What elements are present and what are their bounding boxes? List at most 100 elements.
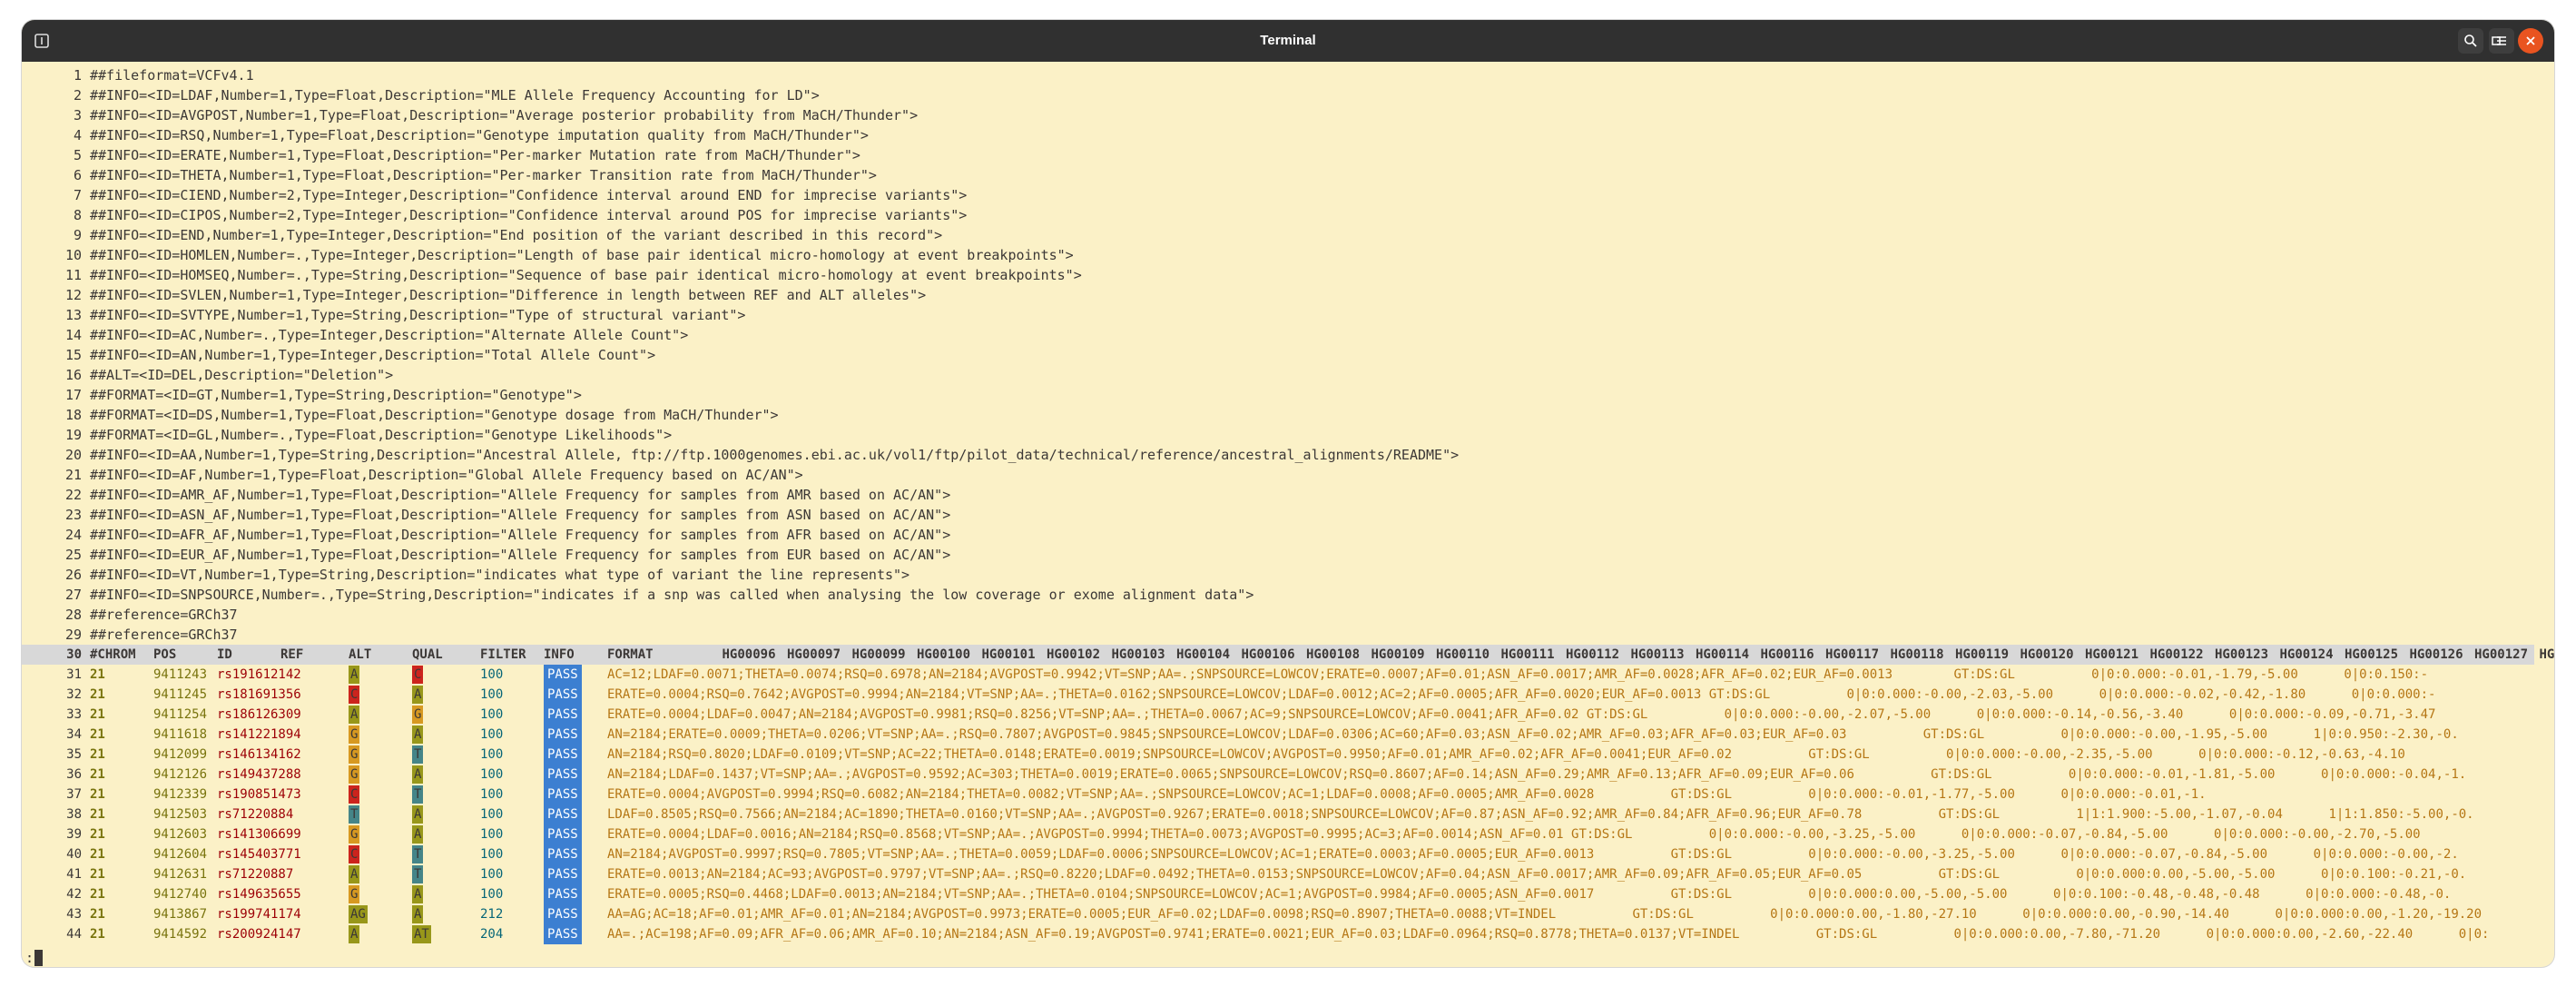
vcf-record-row[interactable]: 38 21 9412503 rs71220884 T A 100 PASS LDAF=0.850… [22, 804, 2554, 824]
column-header: FILTER [480, 647, 526, 662]
column-header: HG00097 [787, 647, 841, 662]
line-number: 44 [66, 927, 82, 942]
terminal-window: Terminal 1 ##fileformat=VCFv4.1 2 ##INFO=<I… [22, 20, 2554, 967]
column-header: HG00125 [2345, 647, 2399, 662]
line-number: 42 [66, 887, 82, 902]
column-header: ALT [349, 647, 372, 662]
header-line: 1 ##fileformat=VCFv4.1 [22, 65, 2554, 85]
column-header: REF [280, 647, 304, 662]
chrom-cell: 21 [90, 727, 105, 742]
alt-base: A [412, 905, 424, 923]
line-number: 33 [66, 707, 82, 722]
vcf-record-row[interactable]: 36 21 9412126 rs149437288 G A 100 PASS AN=2184;L… [22, 765, 2554, 785]
column-header: HG00127 [2474, 647, 2529, 662]
ref-base: T [349, 805, 360, 824]
info-text: ERATE=0.0004;LDAF=0.0047;AN=2184;AVGPOST… [607, 707, 2436, 722]
column-header: INFO [544, 647, 575, 662]
vcf-record-row[interactable]: 39 21 9412603 rs141306699 G A 100 PASS ERATE=0.0… [22, 824, 2554, 844]
line-number: 39 [66, 827, 82, 842]
header-text: ##INFO=<ID=LDAF,Number=1,Type=Float,Desc… [90, 87, 820, 104]
vcf-record-row[interactable]: 35 21 9412099 rs146134162 G T 100 PASS AN=2184;R… [22, 745, 2554, 765]
vcf-record-row[interactable]: 41 21 9412631 rs71220887 A T 100 PASS ERATE=0.00… [22, 864, 2554, 884]
ref-base: AG [349, 905, 368, 923]
vcf-record-row[interactable]: 31 21 9411243 rs191612142 A C 100 PASS AC=12;LDA… [22, 665, 2554, 685]
id-cell: rs200924147 [217, 927, 301, 942]
id-cell: rs199741174 [217, 907, 301, 922]
header-line: 25 ##INFO=<ID=EUR_AF,Number=1,Type=Float,… [22, 545, 2554, 565]
column-header: HG00120 [2020, 647, 2074, 662]
vcf-record-row[interactable]: 43 21 9413867 rs199741174 AG A 212 PASS AA=AG;AC… [22, 904, 2554, 924]
pos-cell: 9412503 [153, 807, 208, 822]
command-prompt[interactable]: : [25, 948, 34, 967]
column-header: HG00099 [851, 647, 906, 662]
header-line: 27 ##INFO=<ID=SNPSOURCE,Number=.,Type=Str… [22, 585, 2554, 605]
column-header: POS [153, 647, 177, 662]
chrom-cell: 21 [90, 747, 105, 762]
filter-badge: PASS [544, 785, 582, 804]
column-header: QUAL [412, 647, 443, 662]
info-text: AN=2184;AVGPOST=0.9997;RSQ=0.7805;VT=SNP… [607, 847, 2459, 862]
close-icon[interactable] [2518, 28, 2543, 54]
chrom-cell: 21 [90, 807, 105, 822]
search-icon[interactable] [2458, 28, 2483, 54]
vcf-record-row[interactable]: 32 21 9411245 rs181691356 C A 100 PASS ERATE=0.0… [22, 685, 2554, 705]
qual-cell: 204 [480, 927, 504, 942]
pos-cell: 9411243 [153, 667, 208, 682]
ref-base: G [349, 745, 360, 764]
vcf-record-row[interactable]: 42 21 9412740 rs149635655 G A 100 PASS ERATE=0.0… [22, 884, 2554, 904]
cursor [34, 950, 43, 966]
header-text: ##INFO=<ID=SVTYPE,Number=1,Type=String,D… [90, 307, 746, 323]
info-text: AA=AG;AC=18;AF=0.01;AMR_AF=0.01;AN=2184;… [607, 907, 2483, 922]
chrom-cell: 21 [90, 847, 105, 862]
header-text: ##INFO=<ID=SNPSOURCE,Number=.,Type=Strin… [90, 587, 1254, 603]
vcf-record-row[interactable]: 44 21 9414592 rs200924147 A AT 204 PASS AA=.;AC=… [22, 924, 2554, 944]
window-title: Terminal [1260, 33, 1316, 48]
line-number: 19 [64, 427, 82, 443]
vcf-record-row[interactable]: 40 21 9412604 rs145403771 C T 100 PASS AN=2184;A… [22, 844, 2554, 864]
line-number: 6 [73, 167, 82, 183]
qual-cell: 100 [480, 727, 504, 742]
vcf-record-row[interactable]: 33 21 9411254 rs186126309 A G 100 PASS ERATE=0.0… [22, 705, 2554, 725]
filter-badge: PASS [544, 765, 582, 785]
line-number: 14 [64, 327, 82, 343]
vcf-record-row[interactable]: 34 21 9411618 rs141221894 G A 100 PASS AN=2184;E… [22, 725, 2554, 745]
line-number: 8 [73, 207, 82, 223]
line-number: 9 [73, 227, 82, 243]
pos-cell: 9412603 [153, 827, 208, 842]
header-text: ##INFO=<ID=AVGPOST,Number=1,Type=Float,D… [90, 107, 919, 123]
chrom-cell: 21 [90, 887, 105, 902]
header-line: 7 ##INFO=<ID=CIEND,Number=2,Type=Integer,… [22, 185, 2554, 205]
column-header: HG00111 [1500, 647, 1555, 662]
header-line: 10 ##INFO=<ID=HOMLEN,Number=.,Type=Intege… [22, 245, 2554, 265]
column-header: HG00110 [1436, 647, 1490, 662]
scrollbar[interactable] [2543, 62, 2554, 967]
column-header: HG00112 [1566, 647, 1620, 662]
terminal-content[interactable]: 1 ##fileformat=VCFv4.1 2 ##INFO=<ID=LDAF,Nu… [22, 62, 2554, 967]
column-header: HG00109 [1371, 647, 1425, 662]
alt-base: A [412, 725, 424, 744]
pos-cell: 9412740 [153, 887, 208, 902]
info-text: ERATE=0.0004;AVGPOST=0.9994;RSQ=0.6082;A… [607, 787, 2207, 802]
info-text: ERATE=0.0004;LDAF=0.0016;AN=2184;RSQ=0.8… [607, 827, 2421, 842]
header-line: 28 ##reference=GRCh37 [22, 605, 2554, 625]
ref-base: G [349, 825, 360, 844]
info-text: LDAF=0.8505;RSQ=0.7566;AN=2184;AC=1890;T… [607, 807, 2474, 822]
qual-cell: 100 [480, 747, 504, 762]
qual-cell: 100 [480, 707, 504, 722]
header-text: ##INFO=<ID=CIEND,Number=2,Type=Integer,D… [90, 187, 968, 203]
vcf-record-row[interactable]: 37 21 9412339 rs190851473 C T 100 PASS ERATE=0.0… [22, 785, 2554, 804]
info-text: ERATE=0.0013;AN=2184;AC=93;AVGPOST=0.979… [607, 867, 2467, 882]
alt-base: G [412, 706, 424, 724]
header-line: 16 ##ALT=<ID=DEL,Description="Deletion"> [22, 365, 2554, 385]
column-header: HG00114 [1696, 647, 1750, 662]
alt-base: T [412, 785, 424, 804]
line-number: 17 [64, 387, 82, 403]
pos-cell: 9411618 [153, 727, 208, 742]
qual-cell: 100 [480, 687, 504, 702]
header-text: ##INFO=<ID=ASN_AF,Number=1,Type=Float,De… [90, 507, 951, 523]
id-cell: rs71220887 [217, 867, 294, 882]
maximize-icon[interactable] [2483, 28, 2509, 54]
line-number: 1 [73, 67, 82, 84]
column-header: HG00103 [1111, 647, 1165, 662]
line-number: 20 [64, 447, 82, 463]
